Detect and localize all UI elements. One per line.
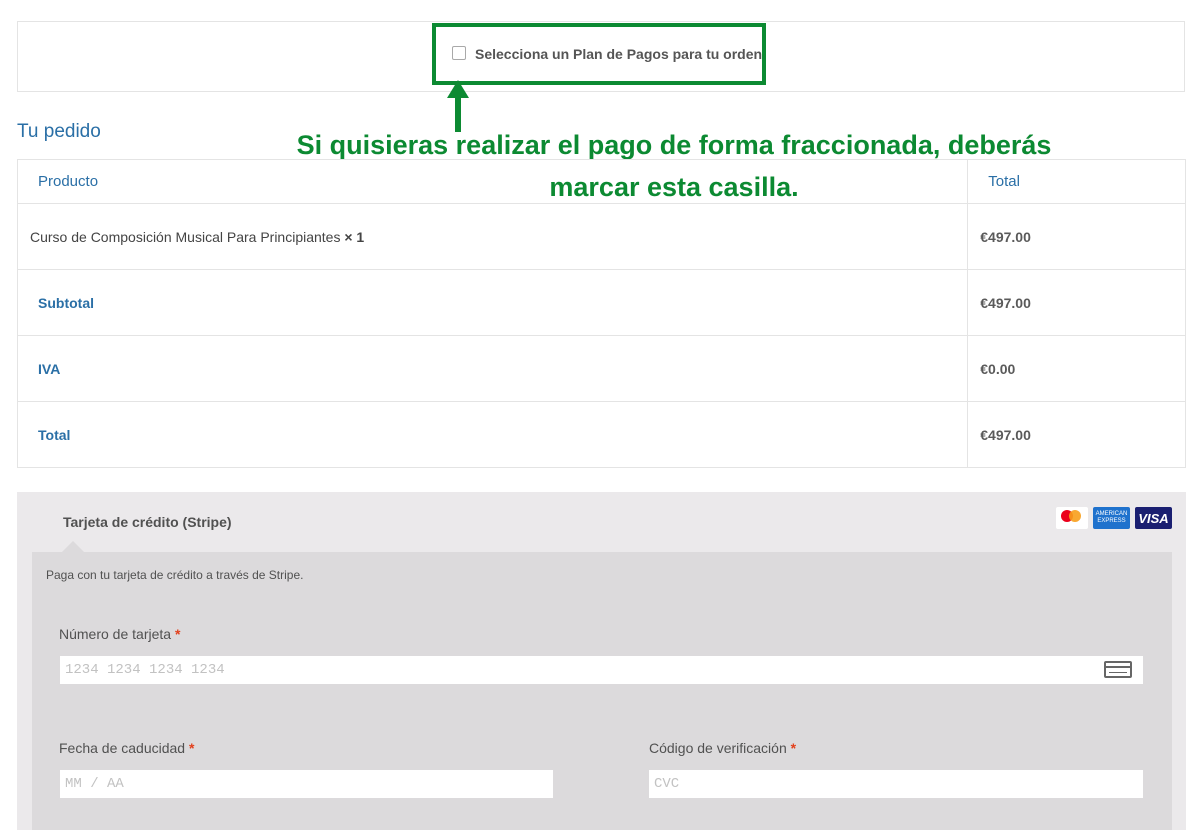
card-number-label: Número de tarjeta * (59, 626, 180, 642)
tax-label: IVA (16, 335, 969, 402)
tax-value: €0.00 (967, 335, 1186, 402)
order-title: Tu pedido (17, 121, 101, 142)
card-logos: AMERICAN EXPRESS VISA (1056, 507, 1172, 529)
mastercard-icon (1056, 507, 1088, 529)
payment-plan-checkbox[interactable] (452, 46, 466, 60)
payment-section: Tarjeta de crédito (Stripe) AMERICAN EXP… (17, 492, 1186, 830)
required-mark: * (188, 740, 195, 756)
table-header-row: Producto Total (16, 159, 1186, 204)
total-label: Total (16, 401, 969, 468)
required-mark: * (790, 740, 797, 756)
item-name: Curso de Composición Musical Para Princi… (30, 228, 341, 245)
table-row: IVA €0.00 (16, 335, 1186, 402)
subtotal-value: €497.00 (967, 269, 1186, 336)
payment-plan-label[interactable]: Selecciona un Plan de Pagos para tu orde… (475, 46, 762, 62)
item-qty: × 1 (344, 228, 365, 245)
item-cell: Curso de Composición Musical Para Princi… (16, 203, 969, 270)
cvc-label: Código de verificación * (649, 740, 796, 756)
card-number-label-text: Número de tarjeta (59, 626, 172, 642)
table-row: Subtotal €497.00 (16, 269, 1186, 336)
order-table: Producto Total Curso de Composición Musi… (16, 159, 1186, 468)
subtotal-label: Subtotal (16, 269, 969, 336)
visa-icon: VISA (1135, 507, 1172, 529)
header-total: Total (967, 159, 1186, 204)
amex-icon: AMERICAN EXPRESS (1093, 507, 1130, 529)
required-mark: * (174, 626, 181, 642)
expiry-input[interactable]: MM / AA (60, 770, 553, 798)
card-number-input[interactable]: 1234 1234 1234 1234 (60, 656, 1143, 684)
expiry-label: Fecha de caducidad * (59, 740, 194, 756)
table-row: Total €497.00 (16, 401, 1186, 468)
expiry-label-text: Fecha de caducidad (59, 740, 186, 756)
payment-description: Paga con tu tarjeta de crédito a través … (46, 568, 304, 582)
payment-box-notch (62, 541, 84, 552)
total-value: €497.00 (967, 401, 1186, 468)
item-price: €497.00 (967, 203, 1186, 270)
payment-box: Paga con tu tarjeta de crédito a través … (32, 552, 1172, 830)
table-row: Curso de Composición Musical Para Princi… (16, 203, 1186, 270)
credit-card-icon (1104, 661, 1132, 678)
cvc-input[interactable]: CVC (649, 770, 1143, 798)
payment-method-label[interactable]: Tarjeta de crédito (Stripe) (63, 514, 232, 530)
cvc-label-text: Código de verificación (649, 740, 787, 756)
header-product: Producto (16, 159, 969, 204)
